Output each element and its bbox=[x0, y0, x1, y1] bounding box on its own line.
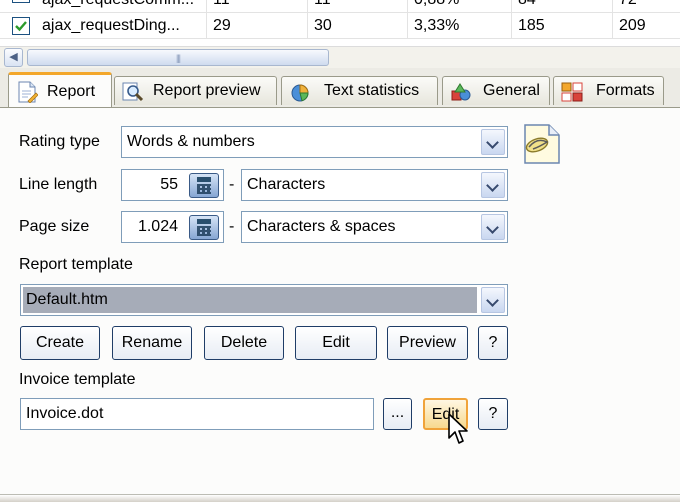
line-length-unit-value: Characters bbox=[247, 176, 326, 193]
row-checkbox[interactable] bbox=[12, 17, 30, 35]
separator-dash: - bbox=[229, 176, 235, 193]
scroll-left-button[interactable]: ◀ bbox=[4, 48, 23, 67]
row-cell: 29 bbox=[207, 13, 308, 39]
row-name: ajax_requestComm... bbox=[36, 0, 207, 13]
rating-type-value: Words & numbers bbox=[127, 133, 255, 150]
table-row[interactable]: ajax_requestComm... 11 11 0,88% 84 72 bbox=[0, 0, 680, 13]
invoice-template-label: Invoice template bbox=[19, 371, 136, 388]
page-size-label: Page size bbox=[19, 218, 90, 235]
mouse-pointer-icon bbox=[447, 413, 471, 452]
separator-dash: - bbox=[229, 218, 235, 235]
tab-label: General bbox=[483, 82, 540, 99]
calculator-icon[interactable] bbox=[189, 173, 219, 198]
pie-chart-icon bbox=[289, 82, 311, 102]
chevron-down-icon[interactable] bbox=[481, 172, 505, 198]
page-size-value: 1.024 bbox=[137, 218, 178, 235]
row-cell: 84 bbox=[512, 0, 613, 13]
magnifier-icon bbox=[122, 82, 144, 102]
note-clip-icon[interactable] bbox=[521, 121, 563, 167]
browse-button[interactable]: ... bbox=[383, 398, 412, 430]
row-cell: 11 bbox=[207, 0, 308, 13]
shapes-icon bbox=[450, 82, 472, 102]
rating-type-label: Rating type bbox=[19, 133, 100, 150]
delete-button[interactable]: Delete bbox=[204, 326, 284, 360]
report-page-icon bbox=[16, 81, 39, 104]
table-row[interactable]: ajax_requestDing... 29 30 3,33% 185 209 bbox=[0, 13, 680, 39]
tab-label: Report preview bbox=[153, 82, 261, 99]
tab-formats[interactable]: Formats bbox=[553, 76, 664, 105]
line-length-unit-select[interactable]: Characters bbox=[241, 169, 508, 201]
tab-label: Text statistics bbox=[324, 82, 420, 99]
preview-button[interactable]: Preview bbox=[387, 326, 468, 360]
invoice-template-value: Invoice.dot bbox=[26, 405, 104, 422]
window-bottom-edge bbox=[0, 494, 680, 502]
tab-strip: Report Report preview Text statistics Ge… bbox=[0, 68, 680, 108]
report-template-value: Default.htm bbox=[26, 291, 108, 308]
calculator-icon[interactable] bbox=[189, 215, 219, 240]
horizontal-scrollbar[interactable]: ◀ ||| bbox=[0, 46, 680, 68]
line-length-value: 55 bbox=[160, 176, 178, 193]
formats-icon bbox=[561, 82, 583, 102]
data-grid: ajax_requestComm... 11 11 0,88% 84 72 aj… bbox=[0, 0, 680, 46]
chevron-down-icon[interactable] bbox=[481, 287, 505, 313]
tab-report-preview[interactable]: Report preview bbox=[114, 76, 277, 105]
row-cell: 30 bbox=[308, 13, 408, 39]
tab-report[interactable]: Report bbox=[8, 72, 112, 108]
row-cell: 209 bbox=[619, 17, 646, 34]
edit-button[interactable]: Edit bbox=[295, 326, 377, 360]
invoice-template-input[interactable]: Invoice.dot bbox=[20, 398, 374, 430]
line-length-field[interactable]: 55 bbox=[121, 169, 224, 201]
tab-general[interactable]: General bbox=[442, 76, 550, 105]
report-settings-panel: Rating type Words & numbers Line length … bbox=[0, 107, 680, 502]
page-size-field[interactable]: 1.024 bbox=[121, 211, 224, 243]
tab-text-statistics[interactable]: Text statistics bbox=[281, 76, 438, 105]
tab-label: Report bbox=[47, 83, 96, 100]
report-template-label: Report template bbox=[19, 256, 133, 273]
chevron-down-icon[interactable] bbox=[481, 129, 505, 155]
invoice-help-button[interactable]: ? bbox=[478, 398, 508, 430]
help-button[interactable]: ? bbox=[478, 326, 508, 360]
report-template-select[interactable]: Default.htm bbox=[20, 284, 508, 316]
row-cell: 185 bbox=[512, 13, 613, 39]
rating-type-select[interactable]: Words & numbers bbox=[121, 126, 508, 158]
tab-label: Formats bbox=[596, 82, 655, 99]
rename-button[interactable]: Rename bbox=[112, 326, 192, 360]
row-cell: 72 bbox=[613, 0, 680, 13]
row-cell: 0,88% bbox=[408, 0, 512, 13]
page-size-unit-select[interactable]: Characters & spaces bbox=[241, 211, 508, 243]
row-checkbox[interactable] bbox=[12, 0, 30, 3]
page-size-unit-value: Characters & spaces bbox=[247, 218, 396, 235]
row-cell: 3,33% bbox=[408, 13, 512, 39]
chevron-down-icon[interactable] bbox=[481, 214, 505, 240]
row-cell: 11 bbox=[308, 0, 408, 13]
grip-icon: ||| bbox=[176, 53, 181, 63]
scroll-thumb[interactable]: ||| bbox=[27, 49, 329, 66]
row-name: ajax_requestDing... bbox=[36, 13, 207, 39]
create-button[interactable]: Create bbox=[20, 326, 100, 360]
line-length-label: Line length bbox=[19, 176, 98, 193]
